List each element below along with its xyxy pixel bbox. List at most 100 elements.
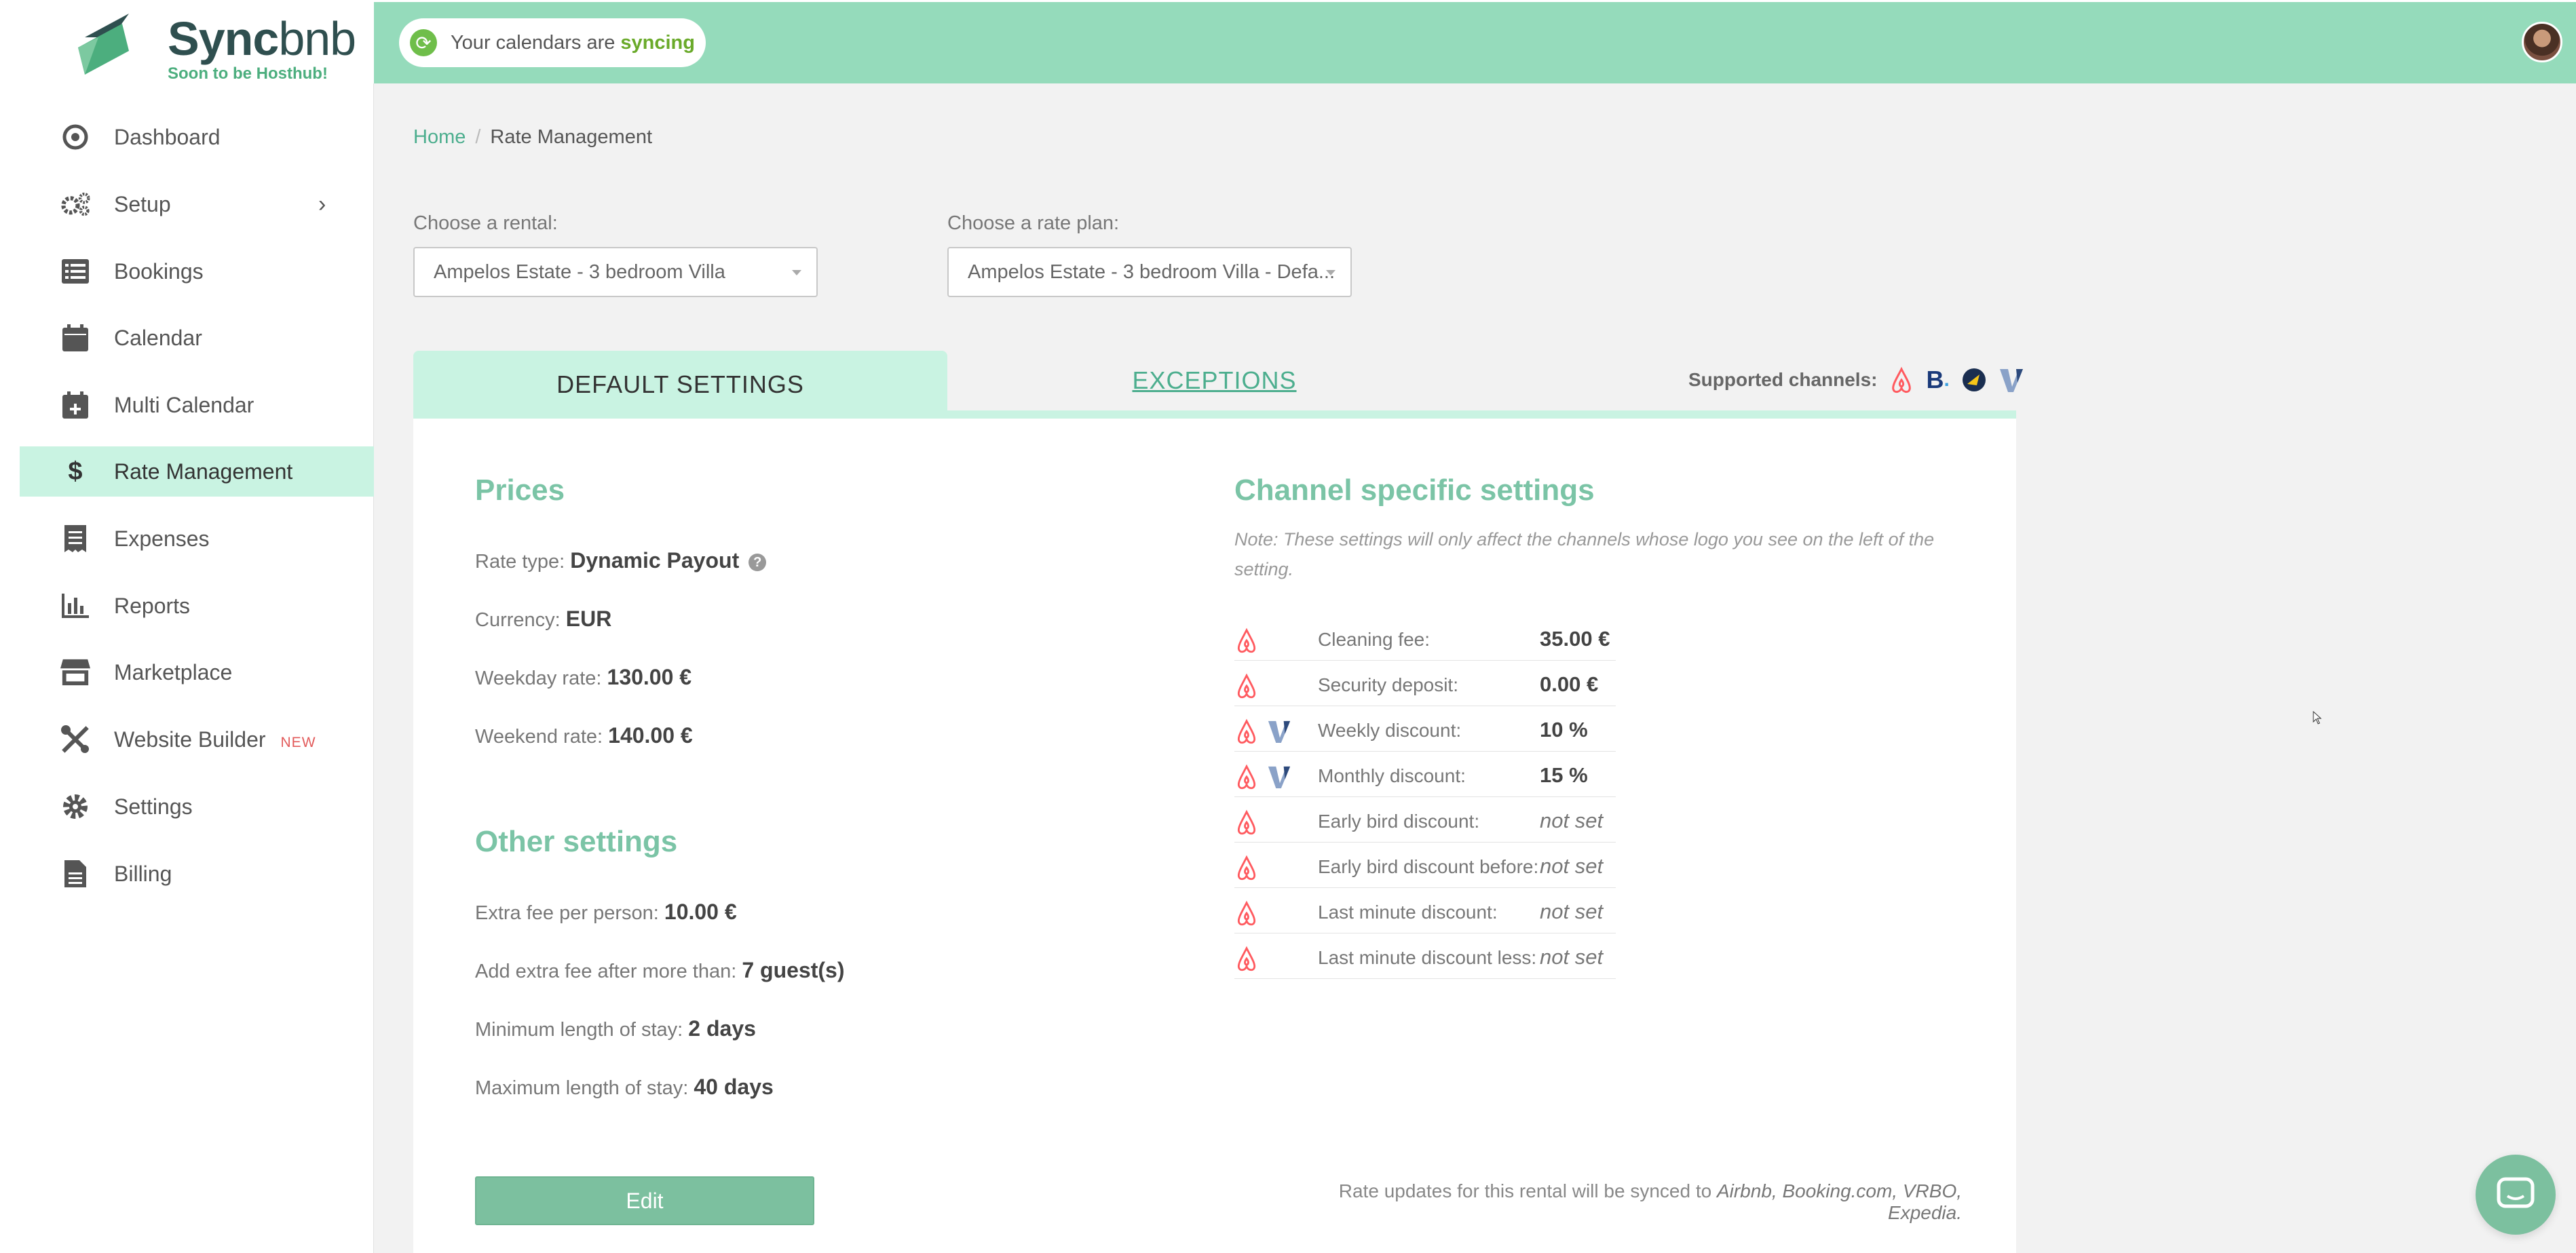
- channel-setting-label: Monthly discount:: [1318, 765, 1466, 786]
- breadcrumb-home-link[interactable]: Home: [413, 126, 466, 148]
- channel-setting-value: 0.00 €: [1540, 672, 1599, 696]
- sidebar-item-marketplace[interactable]: Marketplace: [20, 647, 374, 697]
- tab-exceptions[interactable]: EXCEPTIONS: [947, 351, 1481, 410]
- breadcrumb: Home / Rate Management: [413, 126, 652, 149]
- sidebar-item-label: Dashboard: [114, 124, 221, 149]
- calendar-plus-icon: [60, 390, 90, 420]
- expedia-icon: [1962, 368, 1986, 392]
- channel-setting-row: Last minute discount less: not set: [1234, 933, 1616, 979]
- app-subtitle: Soon to be Hosthub!: [168, 64, 328, 83]
- channel-setting-value: 15 %: [1540, 763, 1588, 787]
- channel-icons: [1234, 809, 1267, 835]
- sidebar-item-label: Setup: [114, 191, 171, 216]
- sidebar-item-bookings[interactable]: Bookings: [20, 246, 374, 296]
- sidebar-item-dashboard[interactable]: Dashboard: [20, 112, 374, 162]
- weekend-rate-row: Weekend rate: 140.00 €: [475, 723, 693, 748]
- breadcrumb-current: Rate Management: [490, 126, 653, 148]
- sidebar-item-reports[interactable]: Reports: [20, 581, 374, 631]
- channel-settings-note: Note: These settings will only affect th…: [1234, 529, 1935, 579]
- channel-setting-row: Security deposit: 0.00 €: [1234, 661, 1616, 706]
- channel-setting-value: not set: [1540, 945, 1604, 969]
- chevron-right-icon: ›: [318, 191, 326, 217]
- mouse-cursor-icon: [2313, 711, 2322, 725]
- rateplan-select-value: Ampelos Estate - 3 bedroom Villa - Defa.…: [968, 261, 1336, 283]
- channel-setting-row: Cleaning fee: 35.00 €: [1234, 615, 1616, 661]
- channel-icons: [1234, 628, 1267, 653]
- channel-icons: [1234, 718, 1300, 744]
- channel-icons: [1234, 855, 1267, 881]
- rental-select-label: Choose a rental:: [413, 212, 558, 234]
- sidebar-item-label: Multi Calendar: [114, 392, 254, 417]
- dashboard-icon: [60, 122, 90, 152]
- tools-icon: [60, 725, 90, 754]
- channel-setting-label: Early bird discount:: [1318, 811, 1480, 832]
- channel-setting-label: Cleaning fee:: [1318, 629, 1431, 650]
- channel-setting-value: not set: [1540, 809, 1604, 832]
- app-name[interactable]: Syncbnb: [168, 12, 356, 66]
- sidebar-item-label: Website Builder NEW: [114, 727, 316, 752]
- left-gutter: [0, 0, 20, 1253]
- rental-select[interactable]: Ampelos Estate - 3 bedroom Villa: [413, 247, 818, 297]
- sidebar-item-multi-calendar[interactable]: Multi Calendar: [20, 380, 374, 430]
- min-stay-row: Minimum length of stay: 2 days: [475, 1016, 756, 1041]
- sync-status-pill: ⟳ Your calendars are syncing: [399, 18, 706, 67]
- channel-setting-value: 35.00 €: [1540, 627, 1610, 651]
- logo-area: Syncbnb Soon to be Hosthub!: [20, 2, 374, 83]
- sidebar-item-setup[interactable]: Setup ›: [20, 179, 374, 229]
- sidebar-item-expenses[interactable]: Expenses: [20, 514, 374, 564]
- supported-channels-label: Supported channels:: [1688, 369, 1878, 390]
- caret-down-icon: [1326, 270, 1336, 275]
- sidebar-item-settings[interactable]: Settings: [20, 782, 374, 832]
- currency-row: Currency: EUR: [475, 606, 612, 631]
- channel-icons: [1234, 673, 1267, 699]
- edit-button[interactable]: Edit: [475, 1176, 814, 1225]
- receipt-icon: [60, 524, 90, 554]
- channel-setting-value: not set: [1540, 854, 1604, 878]
- airbnb-icon: [1234, 946, 1259, 971]
- chat-icon[interactable]: [2476, 1155, 2556, 1235]
- other-settings-title: Other settings: [475, 825, 678, 858]
- store-icon: [60, 657, 90, 687]
- channel-setting-label: Weekly discount:: [1318, 720, 1462, 741]
- new-badge: NEW: [280, 734, 316, 750]
- channel-icons: [1234, 946, 1267, 971]
- vrbo-icon: [1999, 366, 2024, 393]
- user-avatar[interactable]: [2522, 22, 2562, 62]
- airbnb-icon: [1234, 764, 1259, 790]
- sync-icon: ⟳: [410, 29, 437, 56]
- tab-default-settings[interactable]: DEFAULT SETTINGS: [413, 351, 947, 419]
- gear-icon: [60, 792, 90, 822]
- channel-setting-label: Last minute discount:: [1318, 902, 1498, 923]
- calendar-icon: [60, 323, 90, 353]
- sidebar-item-rate-management[interactable]: $ Rate Management: [20, 446, 374, 497]
- vrbo-icon: [1267, 764, 1291, 790]
- booking-com-icon: B.: [1926, 366, 1950, 393]
- sidebar-item-billing[interactable]: Billing: [20, 849, 374, 899]
- airbnb-icon: [1234, 809, 1259, 835]
- extra-fee-after-row: Add extra fee after more than: 7 guest(s…: [475, 958, 845, 982]
- sidebar-item-calendar[interactable]: Calendar: [20, 313, 374, 363]
- channel-setting-row: Last minute discount: not set: [1234, 888, 1616, 933]
- vrbo-icon: [1267, 718, 1291, 744]
- breadcrumb-separator: /: [475, 126, 481, 148]
- sync-note: Rate updates for this rental will be syn…: [1338, 1180, 1962, 1223]
- channel-setting-label: Last minute discount less:: [1318, 947, 1537, 968]
- bar-chart-icon: [60, 591, 90, 621]
- airbnb-icon: [1234, 855, 1259, 881]
- help-icon[interactable]: ?: [749, 554, 767, 572]
- sidebar-item-website-builder[interactable]: Website Builder NEW: [20, 714, 374, 765]
- max-stay-row: Maximum length of stay: 40 days: [475, 1075, 774, 1099]
- rate-type-row: Rate type: Dynamic Payout?: [475, 548, 767, 573]
- dollar-icon: $: [68, 457, 83, 486]
- sidebar-item-label: Reports: [114, 593, 191, 618]
- airbnb-icon: [1889, 366, 1914, 393]
- sidebar-item-label: Calendar: [114, 325, 202, 350]
- sidebar-item-label: Billing: [114, 861, 172, 886]
- airbnb-icon: [1234, 673, 1259, 699]
- sync-status-text: Your calendars are syncing: [451, 31, 695, 54]
- rateplan-select-label: Choose a rate plan:: [947, 212, 1120, 234]
- airbnb-icon: [1234, 628, 1259, 653]
- prices-title: Prices: [475, 474, 565, 507]
- channel-setting-row: Early bird discount before: not set: [1234, 843, 1616, 888]
- rateplan-select[interactable]: Ampelos Estate - 3 bedroom Villa - Defa.…: [947, 247, 1352, 297]
